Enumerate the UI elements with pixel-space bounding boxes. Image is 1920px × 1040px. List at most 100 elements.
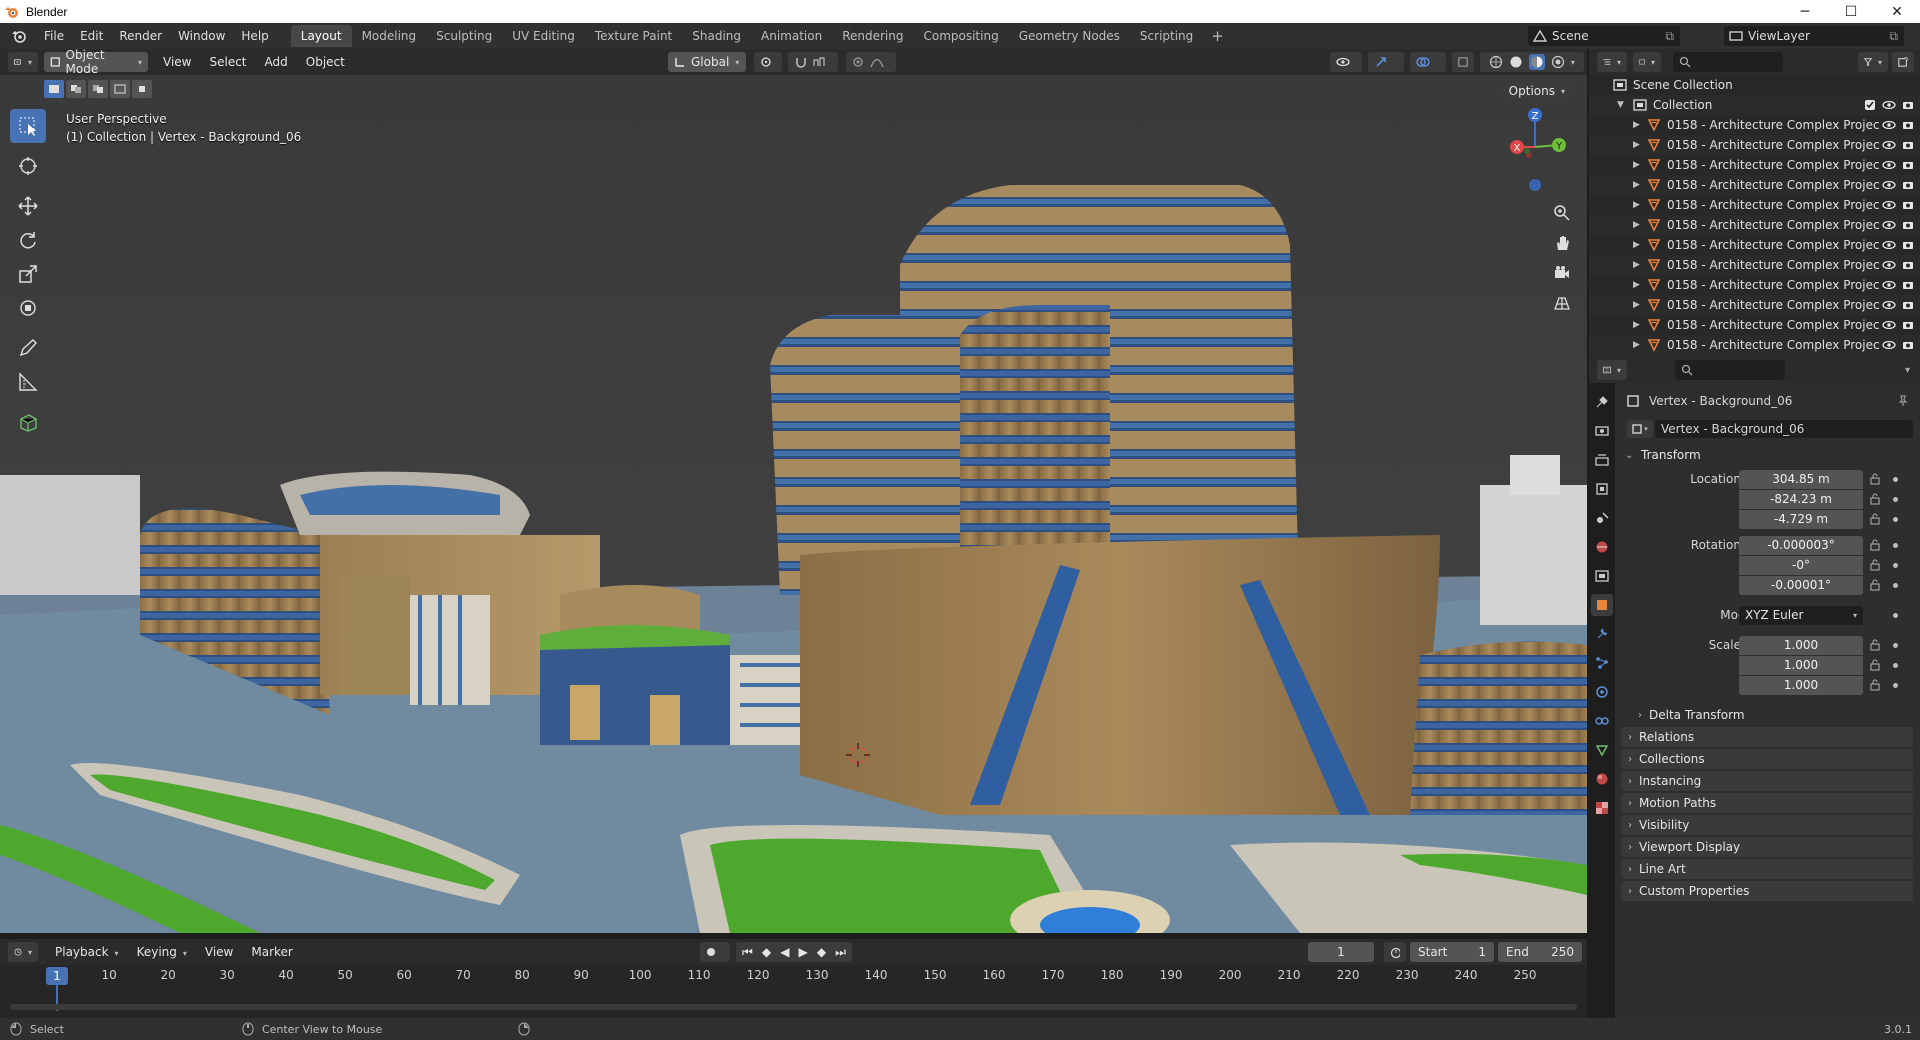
xray-toggle-button[interactable] xyxy=(1452,52,1474,72)
outliner-item[interactable]: ▶ 0158 - Architecture Complex Projec xyxy=(1589,115,1920,135)
rendered-shading-icon[interactable] xyxy=(1551,55,1565,69)
scale-y-field[interactable]: 1.000 xyxy=(1739,655,1863,675)
item-render-camera-icon[interactable] xyxy=(1902,159,1914,171)
transform-panel-header[interactable]: ⌄ Transform xyxy=(1615,445,1920,465)
delta-transform-subpanel[interactable]: › Delta Transform xyxy=(1631,705,1913,725)
timeline-menu-view[interactable]: View xyxy=(196,945,242,959)
tab-animation[interactable]: Animation xyxy=(751,25,832,47)
play-reverse-icon[interactable]: ◀ xyxy=(780,945,789,959)
item-expand-icon[interactable]: ▶ xyxy=(1633,160,1645,170)
outliner-item[interactable]: ▶ 0158 - Architecture Complex Projec xyxy=(1589,295,1920,315)
scene-selector[interactable]: Scene ⧉ xyxy=(1528,26,1680,46)
scene-properties-tab[interactable] xyxy=(1591,507,1613,529)
viewport-menu-add[interactable]: Add xyxy=(256,55,297,69)
viewport-menu-select[interactable]: Select xyxy=(200,55,255,69)
collection-render-camera-icon[interactable] xyxy=(1902,99,1914,111)
panel-relations[interactable]: › Relations xyxy=(1621,727,1913,747)
select-intersect-icon[interactable] xyxy=(132,80,152,98)
tab-sculpting[interactable]: Sculpting xyxy=(426,25,502,47)
lock-scale-x-icon[interactable] xyxy=(1869,639,1881,651)
wireframe-shading-icon[interactable] xyxy=(1489,55,1503,69)
item-expand-icon[interactable]: ▶ xyxy=(1633,260,1645,270)
overlays-toggle-button[interactable] xyxy=(1410,52,1446,72)
outliner-item[interactable]: ▶ 0158 - Architecture Complex Projec xyxy=(1589,215,1920,235)
scale-tool[interactable] xyxy=(10,257,46,291)
object-browse-button[interactable]: ▾ xyxy=(1627,420,1653,438)
item-render-camera-icon[interactable] xyxy=(1902,279,1914,291)
lock-scale-z-icon[interactable] xyxy=(1869,679,1881,691)
item-render-camera-icon[interactable] xyxy=(1902,139,1914,151)
keyframe-rotation-y-icon[interactable] xyxy=(1893,562,1898,568)
select-new-icon[interactable] xyxy=(44,80,64,98)
keyframe-location-z-icon[interactable] xyxy=(1893,516,1898,522)
timeline-menu-keying[interactable]: Keying ▾ xyxy=(128,945,196,959)
item-expand-icon[interactable]: ▶ xyxy=(1633,320,1645,330)
neg-z-axis-icon[interactable] xyxy=(1529,179,1541,191)
outliner-scene-collection[interactable]: Scene Collection xyxy=(1589,75,1920,95)
lock-rotation-z-icon[interactable] xyxy=(1869,579,1881,591)
scene-render[interactable] xyxy=(0,75,1587,933)
lock-rotation-y-icon[interactable] xyxy=(1869,559,1881,571)
object-name-field[interactable]: Vertex - Background_06 xyxy=(1655,420,1913,438)
panel-viewport-display[interactable]: › Viewport Display xyxy=(1621,837,1913,857)
measure-tool[interactable] xyxy=(10,365,46,399)
item-visibility-eye-icon[interactable] xyxy=(1882,159,1896,171)
lock-location-y-icon[interactable] xyxy=(1869,493,1881,505)
new-view-layer-icon[interactable]: ⧉ xyxy=(1889,29,1898,44)
panel-line-art[interactable]: › Line Art xyxy=(1621,859,1913,879)
outliner-item[interactable]: ▶ 0158 - Architecture Complex Projec xyxy=(1589,235,1920,255)
item-expand-icon[interactable]: ▶ xyxy=(1633,220,1645,230)
properties-search-input[interactable] xyxy=(1675,360,1785,380)
timeline-editor-type-button[interactable]: ▾ xyxy=(8,942,38,962)
outliner-tree[interactable]: Scene Collection ▼ Collection ▶ 0158 - Ar… xyxy=(1589,75,1920,357)
outliner-item[interactable]: ▶ 0158 - Architecture Complex Projec xyxy=(1589,175,1920,195)
item-visibility-eye-icon[interactable] xyxy=(1882,259,1896,271)
outliner-item[interactable]: ▶ 0158 - Architecture Complex Projec xyxy=(1589,195,1920,215)
lock-location-x-icon[interactable] xyxy=(1869,473,1881,485)
outliner-item[interactable]: ▶ 0158 - Architecture Complex Projec xyxy=(1589,315,1920,335)
timeline-menu-marker[interactable]: Marker xyxy=(242,945,301,959)
transform-tool[interactable] xyxy=(10,291,46,325)
3d-viewport[interactable]: User Perspective (1) Collection | Vertex… xyxy=(0,75,1587,933)
menu-window[interactable]: Window xyxy=(170,23,233,49)
end-frame-field[interactable]: End 250 xyxy=(1498,942,1582,962)
render-properties-tab[interactable] xyxy=(1591,420,1613,442)
item-expand-icon[interactable]: ▶ xyxy=(1633,300,1645,310)
item-render-camera-icon[interactable] xyxy=(1902,319,1914,331)
tool-properties-tab[interactable] xyxy=(1591,391,1613,413)
item-expand-icon[interactable]: ▶ xyxy=(1633,180,1645,190)
texture-properties-tab[interactable] xyxy=(1591,797,1613,819)
viewport-menu-view[interactable]: View xyxy=(154,55,200,69)
item-visibility-eye-icon[interactable] xyxy=(1882,339,1896,351)
menu-render[interactable]: Render xyxy=(111,23,170,49)
outliner-item[interactable]: ▶ 0158 - Architecture Complex Projec xyxy=(1589,155,1920,175)
close-button[interactable]: ✕ xyxy=(1874,0,1920,23)
menu-file[interactable]: File xyxy=(36,23,72,49)
jump-start-icon[interactable]: ⏮ xyxy=(742,945,753,960)
maximize-button[interactable]: ☐ xyxy=(1828,0,1874,23)
keyframe-scale-z-icon[interactable] xyxy=(1893,682,1898,688)
item-expand-icon[interactable]: ▶ xyxy=(1633,240,1645,250)
playhead-frame-indicator[interactable]: 1 xyxy=(46,967,68,985)
physics-properties-tab[interactable] xyxy=(1591,681,1613,703)
rotation-mode-dropdown[interactable]: XYZ Euler ▾ xyxy=(1739,605,1863,625)
item-render-camera-icon[interactable] xyxy=(1902,179,1914,191)
panel-custom-properties[interactable]: › Custom Properties xyxy=(1621,881,1913,901)
play-icon[interactable]: ▶ xyxy=(799,945,808,959)
collection-expand-icon[interactable]: ▼ xyxy=(1617,100,1629,110)
item-visibility-eye-icon[interactable] xyxy=(1882,279,1896,291)
output-properties-tab[interactable] xyxy=(1591,449,1613,471)
editor-type-button[interactable]: ▾ xyxy=(8,52,38,72)
item-visibility-eye-icon[interactable] xyxy=(1882,319,1896,331)
tab-modeling[interactable]: Modeling xyxy=(352,25,427,47)
collection-properties-tab[interactable] xyxy=(1591,565,1613,587)
outliner-collection[interactable]: ▼ Collection xyxy=(1589,95,1920,115)
item-render-camera-icon[interactable] xyxy=(1902,259,1914,271)
item-visibility-eye-icon[interactable] xyxy=(1882,199,1896,211)
tab-compositing[interactable]: Compositing xyxy=(913,25,1008,47)
keyframe-scale-x-icon[interactable] xyxy=(1893,642,1898,648)
blender-menu-icon[interactable] xyxy=(8,25,30,47)
item-expand-icon[interactable]: ▶ xyxy=(1633,200,1645,210)
constraint-properties-tab[interactable] xyxy=(1591,710,1613,732)
proportional-edit-button[interactable] xyxy=(846,52,896,72)
